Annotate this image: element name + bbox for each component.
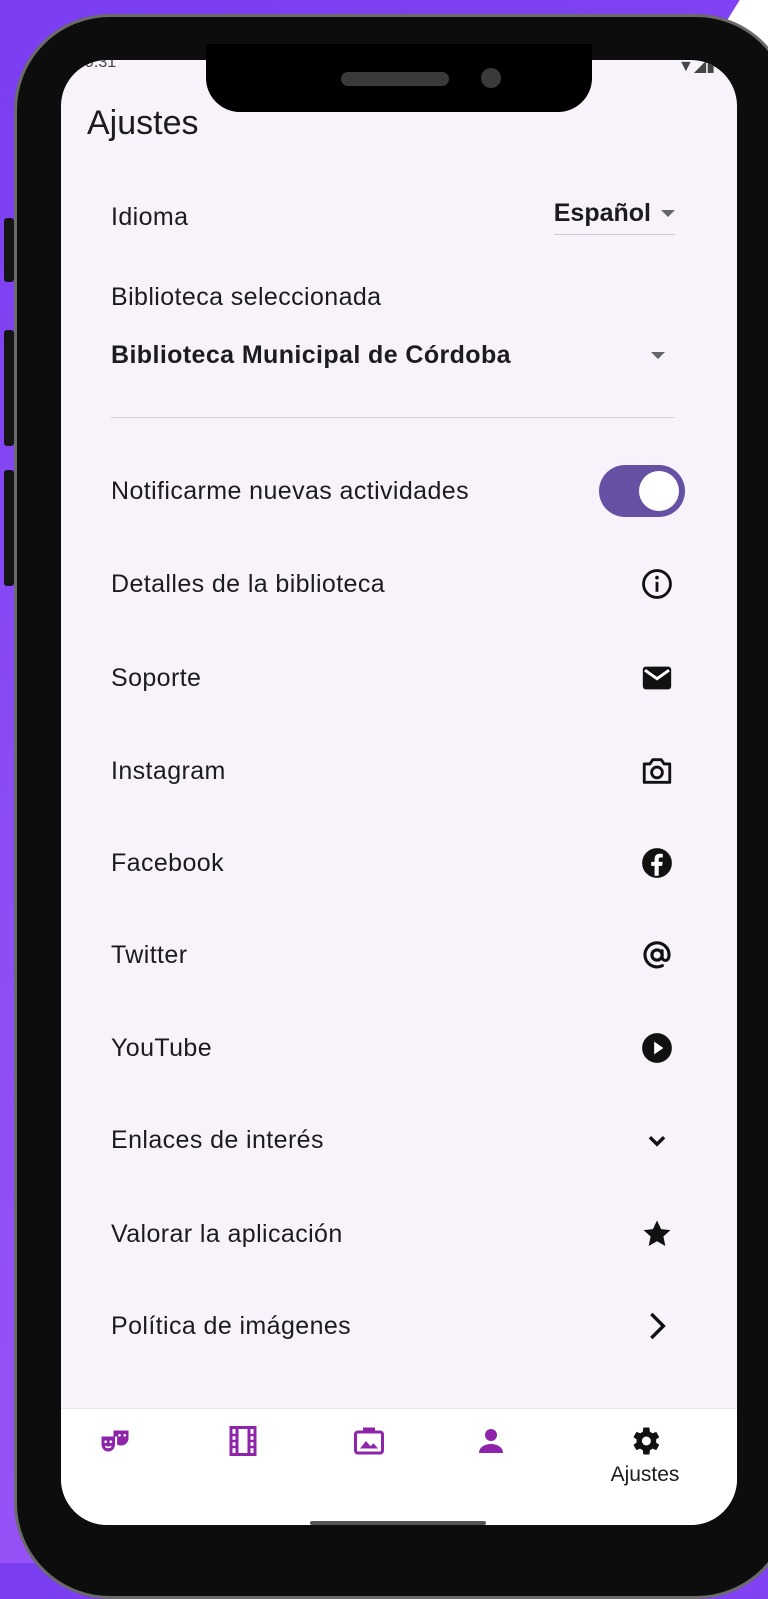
list-item-label: YouTube	[111, 1033, 213, 1062]
play-circle-icon	[639, 1030, 675, 1066]
dropdown-caret-icon	[661, 210, 675, 217]
film-icon	[229, 1426, 257, 1456]
library-dropdown[interactable]: Biblioteca Municipal de Córdoba	[111, 330, 675, 380]
list-item-label: Enlaces de interés	[111, 1125, 324, 1154]
nav-item-events[interactable]	[75, 1423, 155, 1459]
side-button-volume-down	[4, 470, 14, 586]
list-item-twitter[interactable]: Twitter	[111, 930, 675, 980]
list-item-label: Detalles de la biblioteca	[111, 569, 386, 598]
camera-icon	[639, 753, 675, 789]
list-item-label: Instagram	[111, 756, 226, 785]
side-button-volume-up	[4, 330, 14, 446]
bottom-navigation: Ajustes	[61, 1408, 737, 1525]
nav-item-films[interactable]	[203, 1423, 283, 1459]
list-item-label: Twitter	[111, 940, 188, 969]
section-divider	[111, 417, 675, 418]
gallery-icon	[354, 1427, 384, 1455]
list-item-library-details[interactable]: Detalles de la biblioteca	[111, 559, 675, 609]
list-item-links[interactable]: Enlaces de interés	[111, 1115, 675, 1165]
list-item-rate-app[interactable]: Valorar la aplicación	[111, 1209, 675, 1259]
toggle-knob	[639, 471, 679, 511]
app-screen: 9:31 ▼◢▮ Ajustes Idioma Español Bibliote…	[61, 60, 737, 1525]
list-item-facebook[interactable]: Facebook	[111, 838, 675, 888]
list-item-label: Valorar la aplicación	[111, 1219, 343, 1248]
language-dropdown[interactable]: Español	[553, 199, 675, 235]
nav-item-gallery[interactable]	[329, 1423, 409, 1459]
language-label: Idioma	[111, 202, 189, 231]
list-item-label: Soporte	[111, 663, 202, 692]
side-button-mute	[4, 218, 14, 282]
dropdown-caret-icon	[651, 351, 665, 359]
list-item-instagram[interactable]: Instagram	[111, 746, 675, 796]
gear-icon	[633, 1427, 660, 1455]
list-item-support[interactable]: Soporte	[111, 653, 675, 703]
list-item-label: Política de imágenes	[111, 1311, 352, 1340]
front-camera	[481, 68, 501, 88]
language-value: Español	[553, 199, 651, 227]
chevron-right-icon	[639, 1308, 675, 1344]
speaker	[341, 72, 449, 86]
home-indicator	[310, 1521, 486, 1525]
list-item-label: Facebook	[111, 848, 224, 877]
list-item-image-policy[interactable]: Política de imágenes	[111, 1301, 675, 1351]
nav-item-settings[interactable]: Ajustes	[605, 1423, 685, 1487]
language-row: Idioma Español	[111, 192, 675, 242]
status-time: 9:31	[85, 60, 117, 71]
library-value: Biblioteca Municipal de Córdoba	[111, 340, 511, 369]
chevron-down-icon	[639, 1122, 675, 1158]
facebook-icon	[639, 845, 675, 881]
library-label: Biblioteca seleccionada	[111, 282, 382, 311]
list-item-youtube[interactable]: YouTube	[111, 1023, 675, 1073]
theater-masks-icon	[101, 1430, 129, 1452]
mail-icon	[639, 660, 675, 696]
person-icon	[479, 1429, 503, 1453]
notifications-toggle[interactable]	[599, 465, 685, 517]
nav-item-profile[interactable]	[451, 1423, 531, 1459]
library-label-row: Biblioteca seleccionada	[111, 272, 675, 322]
notch	[206, 44, 592, 112]
at-icon	[639, 937, 675, 973]
nav-label-settings: Ajustes	[610, 1463, 680, 1486]
status-icons: ▼◢▮	[678, 60, 715, 75]
notifications-label: Notificarme nuevas actividades	[111, 476, 469, 505]
star-icon	[639, 1216, 675, 1252]
notifications-row: Notificarme nuevas actividades	[111, 465, 685, 517]
page-title: Ajustes	[87, 104, 199, 142]
info-icon	[639, 566, 675, 602]
